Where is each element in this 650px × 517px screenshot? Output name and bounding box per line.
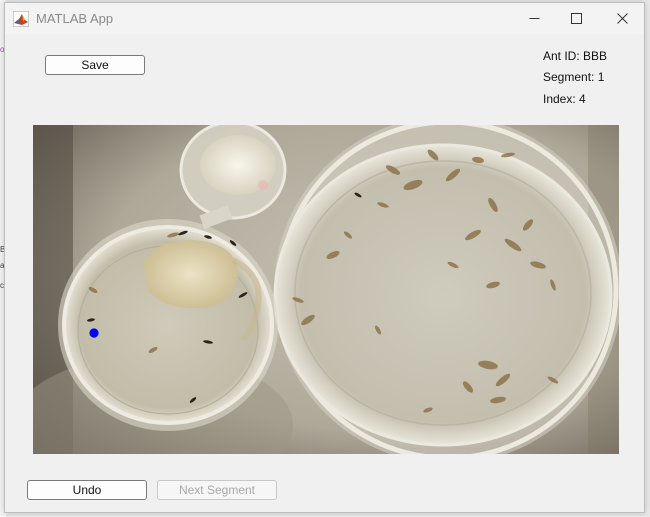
tracking-marker [89, 328, 99, 338]
title-bar[interactable]: MATLAB App [5, 3, 644, 34]
window-title: MATLAB App [36, 11, 114, 26]
segment-label: Segment: 1 [543, 70, 605, 84]
ant-id-label: Ant ID: BBB [543, 49, 608, 63]
minimize-icon [529, 18, 539, 19]
matlab-app-window: MATLAB App Save Ant ID: BBB Segment: 1 I… [4, 2, 645, 513]
undo-button[interactable]: Undo [27, 480, 147, 500]
close-button[interactable] [599, 3, 645, 34]
save-button[interactable]: Save [45, 55, 145, 75]
petri-dish-photo [33, 125, 619, 454]
image-axes[interactable] [33, 125, 619, 454]
index-label: Index: 4 [543, 92, 586, 106]
matlab-logo-icon [13, 11, 29, 27]
minimize-button[interactable] [511, 3, 557, 34]
app-content: Save Ant ID: BBB Segment: 1 Index: 4 Und… [5, 34, 644, 512]
close-icon [616, 13, 628, 24]
maximize-button[interactable] [553, 3, 599, 34]
next-segment-button[interactable]: Next Segment [157, 480, 277, 500]
maximize-icon [570, 13, 582, 24]
